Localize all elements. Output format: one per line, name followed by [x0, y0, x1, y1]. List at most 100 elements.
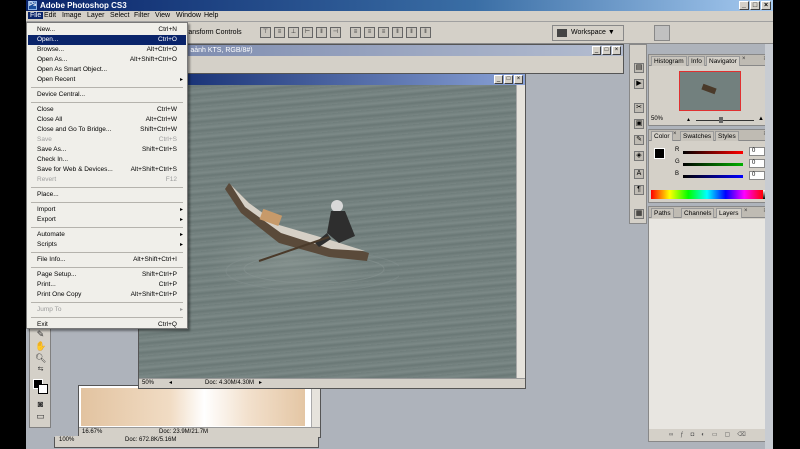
align-left-icon[interactable]: ⊢: [302, 27, 313, 38]
menu-view[interactable]: View: [153, 12, 172, 19]
channel-slider[interactable]: [683, 175, 743, 178]
channel-slider[interactable]: [683, 163, 743, 166]
file-menu-item-close-all[interactable]: Close All Alt+Ctrl+W: [28, 115, 186, 125]
maximize-button[interactable]: □: [750, 1, 760, 10]
tab-channels[interactable]: Channels: [681, 208, 715, 218]
align-vcenter-icon[interactable]: ≡: [274, 27, 285, 38]
doc-main-maximize[interactable]: □: [504, 75, 513, 84]
file-menu-item-close[interactable]: Close Ctrl+W: [28, 105, 186, 115]
doc-back-maximize[interactable]: □: [602, 46, 611, 55]
clone-source-icon[interactable]: ◈: [634, 151, 644, 161]
character-panel-icon[interactable]: A: [634, 169, 644, 179]
navigator-zoom-thumb[interactable]: [719, 117, 723, 123]
hand-tool-icon[interactable]: ✋: [35, 341, 46, 351]
channel-value-field[interactable]: 0: [749, 171, 765, 180]
menu-select[interactable]: Select: [108, 12, 131, 19]
zoom-stepper-icon[interactable]: ◂: [169, 379, 172, 388]
file-menu-item-save-as[interactable]: Save As... Shift+Ctrl+S: [28, 145, 186, 155]
file-menu-item-new[interactable]: New... Ctrl+N: [28, 25, 186, 35]
tool-presets-icon[interactable]: ✂: [634, 103, 644, 113]
tab-navigator[interactable]: Navigator: [706, 56, 740, 66]
layers-list[interactable]: [649, 219, 769, 429]
align-bottom-icon[interactable]: ⊥: [288, 27, 299, 38]
bridge-icon[interactable]: [654, 25, 670, 41]
screen-mode-icon[interactable]: ▭: [35, 411, 46, 421]
link-layers-icon[interactable]: ∞: [669, 432, 680, 438]
menu-filter[interactable]: Filter: [132, 12, 152, 19]
main-doc-vscroll[interactable]: [516, 85, 525, 378]
file-menu-item-automate[interactable]: Automate ▸: [28, 230, 186, 240]
doc-main-close[interactable]: ×: [514, 75, 523, 84]
channel-value-field[interactable]: 0: [749, 159, 765, 168]
file-menu-item-device-central[interactable]: Device Central...: [28, 90, 186, 100]
document-window-bottom[interactable]: 100% Doc: 672.8K/5.16M: [54, 436, 319, 448]
file-menu-item-export[interactable]: Export ▸: [28, 215, 186, 225]
history-panel-icon[interactable]: ▤: [634, 63, 644, 73]
distribute-top-icon[interactable]: ≡: [350, 27, 361, 38]
file-menu-item-open-recent[interactable]: Open Recent ▸: [28, 75, 186, 85]
file-menu-item-file-info[interactable]: File Info... Alt+Shift+Ctrl+I: [28, 255, 186, 265]
new-group-icon[interactable]: ▭: [712, 432, 725, 438]
navigator-zoom-value[interactable]: 50%: [651, 116, 663, 122]
file-menu-item-page-setup[interactable]: Page Setup... Shift+Ctrl+P: [28, 270, 186, 280]
swap-colors-icon[interactable]: ⇆: [35, 365, 46, 375]
file-menu-item-exit[interactable]: Exit Ctrl+Q: [28, 320, 186, 330]
status-menu-arrow-icon[interactable]: ▸: [259, 379, 262, 388]
color-foreground-swatch[interactable]: [654, 148, 665, 159]
file-menu-item-check-in[interactable]: Check In...: [28, 155, 186, 165]
file-menu-item-close-and-go-to-bridge[interactable]: Close and Go To Bridge... Shift+Ctrl+W: [28, 125, 186, 135]
tab-info[interactable]: Info: [688, 56, 705, 66]
navigator-zoom-slider[interactable]: [696, 120, 754, 121]
align-hcenter-icon[interactable]: ‖: [316, 27, 327, 38]
file-menu-item-print-one-copy[interactable]: Print One Copy Alt+Shift+Ctrl+P: [28, 290, 186, 300]
tab-histogram[interactable]: Histogram: [651, 56, 687, 66]
file-menu-item-browse[interactable]: Browse... Alt+Ctrl+O: [28, 45, 186, 55]
zoom-tool-icon[interactable]: 🔍︎: [35, 353, 46, 363]
document-window-back[interactable]: ch aảnh KTS, RGB/8#) _ □ ×: [176, 44, 624, 74]
paragraph-panel-icon[interactable]: ¶: [634, 185, 644, 195]
notes-panel-icon[interactable]: ▦: [634, 209, 644, 219]
background-color-swatch[interactable]: [38, 384, 48, 394]
document-window-portrait[interactable]: 16.67% Doc: 23.9M/21.7M: [78, 385, 321, 438]
layer-style-icon[interactable]: ƒ: [680, 432, 690, 438]
menu-window[interactable]: Window: [174, 12, 203, 19]
menu-layer[interactable]: Layer: [85, 12, 107, 19]
zoom-in-icon[interactable]: ▲: [758, 116, 764, 122]
new-layer-icon[interactable]: ▢: [725, 432, 738, 438]
tab-styles[interactable]: Styles: [715, 131, 739, 141]
tab-color[interactable]: Color: [651, 131, 673, 141]
menu-file[interactable]: File: [28, 12, 44, 19]
file-menu-item-open-as[interactable]: Open As... Alt+Shift+Ctrl+O: [28, 55, 186, 65]
layer-comps-icon[interactable]: ▣: [634, 119, 644, 129]
tab-swatches[interactable]: Swatches: [680, 131, 715, 141]
close-button[interactable]: ×: [761, 1, 771, 10]
boat-photo-canvas[interactable]: [139, 85, 517, 379]
distribute-bottom-icon[interactable]: ≡: [378, 27, 389, 38]
delete-layer-icon[interactable]: ⌫: [737, 432, 752, 438]
pen-tool-icon[interactable]: ✎: [35, 329, 46, 339]
distribute-hcenter-icon[interactable]: ‖: [406, 27, 417, 38]
workspace-dropdown[interactable]: Workspace ▼: [552, 25, 624, 41]
layers-close-icon[interactable]: ×: [744, 208, 748, 214]
brushes-panel-icon[interactable]: ✎: [634, 135, 644, 145]
doc-back-minimize[interactable]: _: [592, 46, 601, 55]
navigator-thumbnail[interactable]: [679, 71, 741, 111]
distribute-vcenter-icon[interactable]: ≡: [364, 27, 375, 38]
file-menu-item-import[interactable]: Import ▸: [28, 205, 186, 215]
quick-mask-icon[interactable]: ◙: [35, 399, 46, 409]
color-tab-close-icon[interactable]: ×: [673, 131, 677, 137]
bottom-zoom[interactable]: 100%: [59, 436, 74, 445]
channel-slider[interactable]: [683, 151, 743, 154]
minimize-button[interactable]: _: [739, 1, 749, 10]
layer-mask-icon[interactable]: ◘: [691, 432, 702, 438]
menu-edit[interactable]: Edit: [42, 12, 58, 19]
file-menu-item-open[interactable]: Open... Ctrl+O: [28, 35, 186, 45]
color-spectrum-bar[interactable]: [651, 190, 763, 199]
document-window-main[interactable]: 8) _□× 50% ◂ Doc: 4.30M/4.30M ▸: [138, 73, 526, 389]
file-menu-item-save-for-web-devices[interactable]: Save for Web & Devices... Alt+Shift+Ctrl+…: [28, 165, 186, 175]
doc-back-close[interactable]: ×: [612, 46, 621, 55]
file-menu-item-scripts[interactable]: Scripts ▸: [28, 240, 186, 250]
actions-panel-icon[interactable]: ▶: [634, 79, 644, 89]
file-menu-item-print[interactable]: Print... Ctrl+P: [28, 280, 186, 290]
navigator-close-icon[interactable]: ×: [742, 56, 746, 62]
